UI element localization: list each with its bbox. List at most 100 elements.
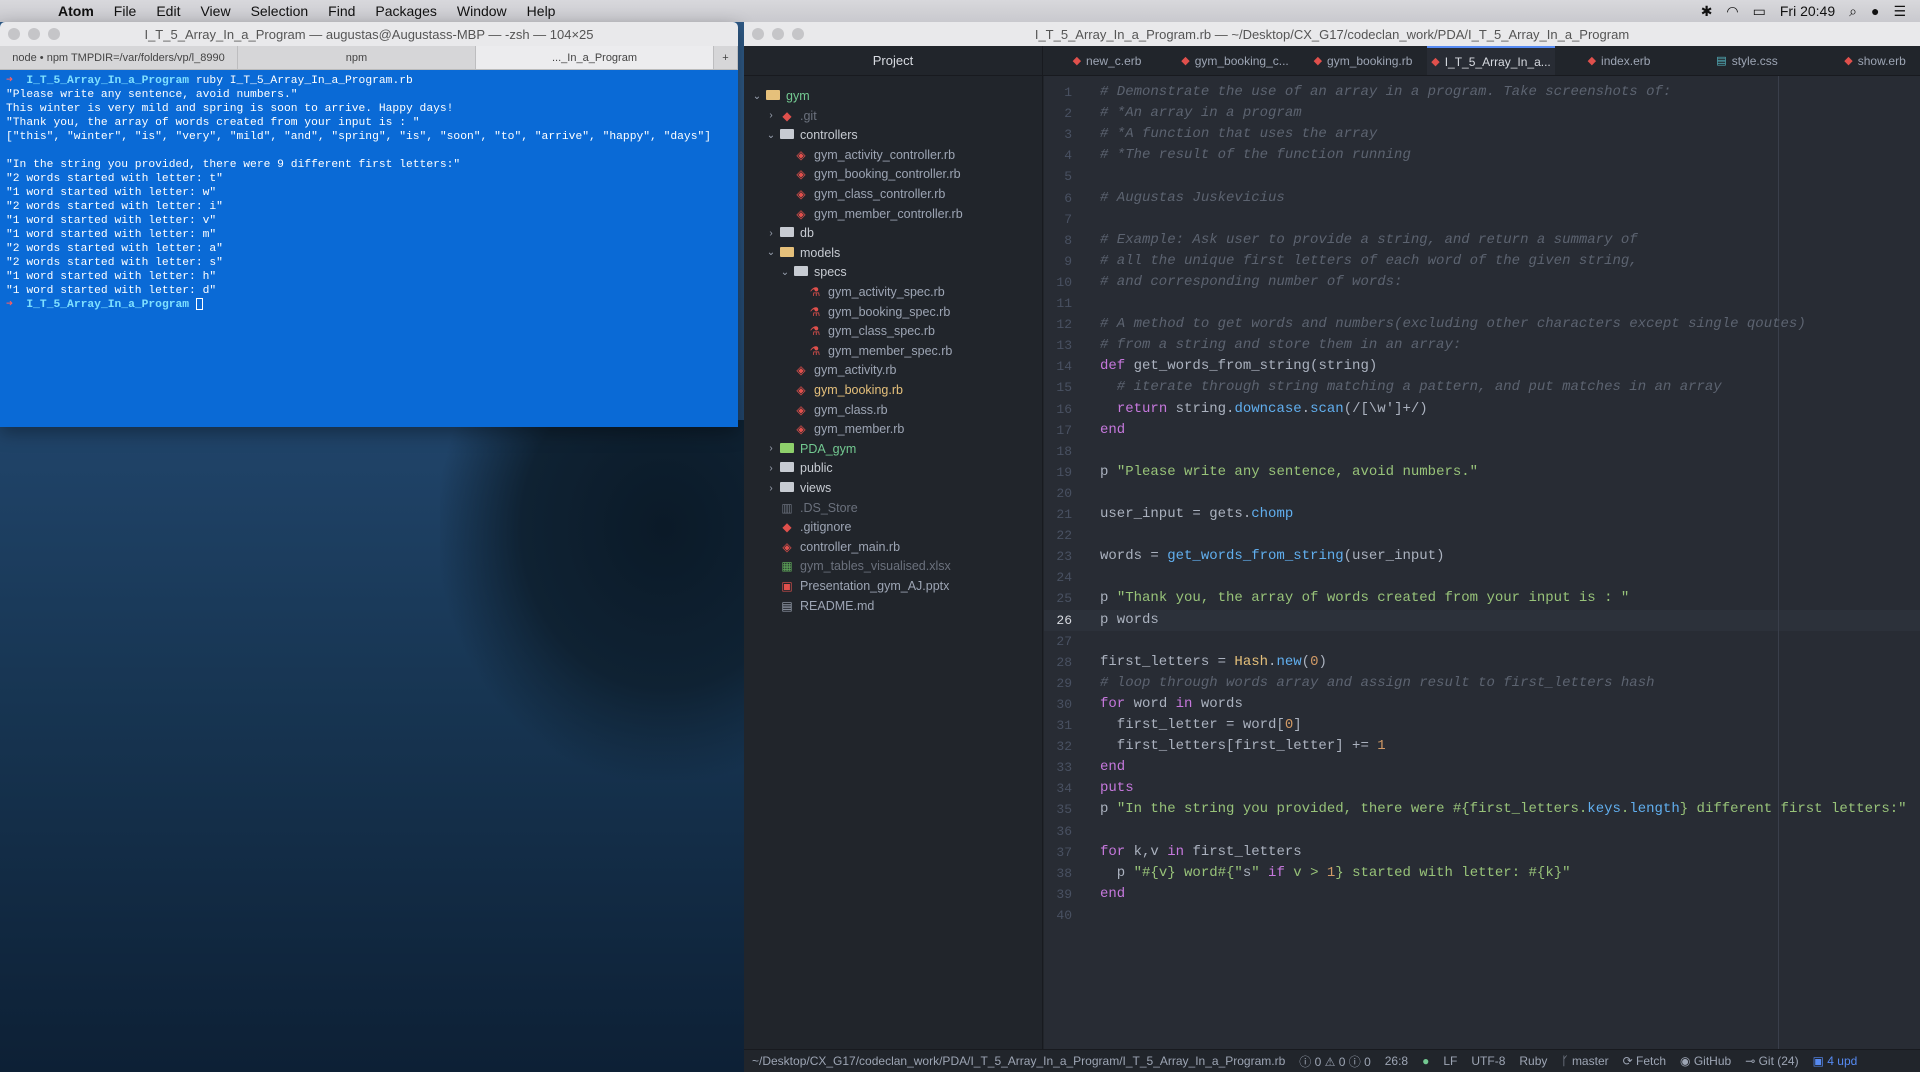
status-file-path[interactable]: ~/Desktop/CX_G17/codeclan_work/PDA/I_T_5… [752, 1054, 1285, 1068]
tree-item-label: .DS_Store [800, 500, 858, 515]
terminal-titlebar[interactable]: I_T_5_Array_In_a_Program — augustas@Augu… [0, 22, 738, 46]
tree-item[interactable]: ◈ gym_class.rb [778, 400, 887, 420]
presentation-icon: ▣ [781, 579, 793, 593]
tree-item-label: gym_tables_visualised.xlsx [800, 559, 951, 574]
tree-item[interactable]: › public [764, 458, 832, 478]
editor-tab[interactable]: ◆ gym_booking.rb [1299, 46, 1427, 75]
editor-tab[interactable]: ◆ show.erb [1811, 46, 1920, 75]
code-editor[interactable]: 1 # Demonstrate the use of an array in a … [1044, 76, 1920, 1049]
apple-menu-icon[interactable] [20, 2, 38, 20]
tree-item[interactable]: ◈ gym_activity.rb [778, 360, 896, 380]
clock[interactable]: Fri 20:49 [1780, 3, 1835, 19]
tree-item[interactable]: ◈ gym_booking_controller.rb [778, 164, 960, 184]
tree-item[interactable]: ◈ gym_activity_controller.rb [778, 145, 955, 165]
menu-help[interactable]: Help [517, 3, 566, 19]
status-git[interactable]: ⊸ Git (24) [1745, 1054, 1798, 1068]
battery-icon[interactable]: ▭ [1753, 3, 1766, 20]
status-encoding[interactable]: UTF-8 [1471, 1054, 1505, 1068]
tree-item[interactable]: ⚗ gym_booking_spec.rb [792, 302, 951, 322]
status-linter[interactable]: ⓘ 0 ⚠ 0 ⓘ 0 [1299, 1053, 1370, 1070]
menu-find[interactable]: Find [318, 3, 365, 19]
tree-item[interactable]: › views [764, 478, 831, 498]
tree-item[interactable]: ◈ controller_main.rb [764, 537, 900, 557]
status-fetch[interactable]: ⟳ Fetch [1623, 1054, 1666, 1068]
tree-item[interactable]: ▣ Presentation_gym_AJ.pptx [764, 576, 949, 596]
tree-item[interactable]: ▤ README.md [764, 596, 874, 616]
menu-view[interactable]: View [190, 3, 240, 19]
tree-item[interactable]: ◈ gym_member.rb [778, 419, 904, 439]
branch-icon: ᚴ [1561, 1054, 1572, 1068]
tree-item[interactable]: ⌄ controllers [764, 125, 858, 145]
new-tab-button[interactable]: + [714, 46, 738, 69]
notification-center-icon[interactable]: ☰ [1893, 3, 1906, 20]
line-number: 22 [1056, 528, 1072, 544]
tree-item[interactable]: ⚗ gym_activity_spec.rb [792, 282, 945, 302]
editor-tab[interactable]: ◆ index.erb [1555, 46, 1683, 75]
code-line: p "In the string you provided, there wer… [1100, 801, 1907, 818]
status-updates[interactable]: ▣ 4 upd [1813, 1054, 1858, 1068]
wifi-icon[interactable]: ◠ [1726, 3, 1738, 20]
editor-tab[interactable]: ▤ style.css [1683, 46, 1811, 75]
status-cursor-position[interactable]: 26:8 [1385, 1054, 1408, 1068]
code-line: # Example: Ask user to provide a string,… [1100, 231, 1638, 248]
tree-item[interactable]: ◈ gym_member_controller.rb [778, 204, 962, 224]
menu-window[interactable]: Window [447, 3, 517, 19]
siri-icon[interactable]: ● [1871, 3, 1879, 19]
line-number: 14 [1056, 359, 1072, 375]
tree-item[interactable]: ◆ .gitignore [764, 517, 851, 537]
terminal-tab-node[interactable]: node • npm TMPDIR=/var/folders/vp/l_8990 [0, 46, 238, 69]
bluetooth-icon[interactable]: ✱ [1701, 3, 1713, 20]
folder-icon-shape [780, 129, 794, 140]
repo-icon [764, 89, 782, 103]
tree-item[interactable]: ⚗ gym_member_spec.rb [792, 341, 953, 361]
line-number: 23 [1056, 549, 1072, 565]
tree-item[interactable]: ▥ .DS_Store [764, 498, 858, 518]
terminal-tab-npm[interactable]: npm [238, 46, 476, 69]
status-branch[interactable]: ᚴ master [1561, 1054, 1608, 1068]
prompt-directory: I_T_5_Array_In_a_Program [26, 299, 190, 311]
line-number: 11 [1056, 296, 1072, 311]
tree-item[interactable]: › db [764, 223, 814, 243]
editor-tab[interactable]: ◆ gym_booking_c... [1171, 46, 1299, 75]
code-line: p words [1100, 611, 1159, 628]
line-number: 12 [1056, 317, 1072, 333]
ruby-icon: ◆ [1181, 55, 1190, 67]
spotlight-search-icon[interactable]: ⌕ [1849, 3, 1857, 20]
menu-edit[interactable]: Edit [146, 3, 190, 19]
editor-tab[interactable]: ◆ new_c.erb [1043, 46, 1171, 75]
menu-packages[interactable]: Packages [365, 3, 446, 19]
editor-tab-active[interactable]: ◆ I_T_5_Array_In_a... [1427, 46, 1555, 75]
tree-item-label: gym_activity.rb [814, 363, 897, 378]
menu-selection[interactable]: Selection [241, 3, 319, 19]
status-updates-label: 4 upd [1827, 1054, 1858, 1068]
menu-file[interactable]: File [104, 3, 147, 19]
chevron-right-icon: › [769, 110, 773, 122]
terminal-output[interactable]: ➜ I_T_5_Array_In_a_Program ruby I_T_5_Ar… [0, 70, 738, 316]
tree-item-label: .gitignore [800, 520, 852, 535]
tree-item[interactable]: ⌄ specs [778, 262, 847, 282]
tree-item[interactable]: ▦ gym_tables_visualised.xlsx [764, 556, 951, 576]
tree-item[interactable]: ⌄ gym [750, 86, 810, 106]
tree-item[interactable]: ◈ gym_booking.rb [778, 380, 903, 400]
status-fetch-label: Fetch [1636, 1054, 1667, 1068]
tree-item[interactable]: › ◆ .git [764, 106, 816, 126]
code-line: p "Thank you, the array of words created… [1100, 590, 1630, 607]
line-number: 27 [1056, 633, 1072, 649]
status-line-ending[interactable]: LF [1443, 1054, 1457, 1068]
git-icon: ◆ [782, 108, 792, 123]
status-grammar[interactable]: Ruby [1519, 1054, 1547, 1068]
tree-item[interactable]: › PDA_gym [764, 439, 856, 459]
terminal-tab-program[interactable]: ..._In_a_Program [476, 46, 714, 69]
tree-item[interactable]: ⌄ models [764, 243, 841, 263]
tree-item[interactable]: ◈ gym_class_controller.rb [778, 184, 945, 204]
tree-item[interactable]: ⚗ gym_class_spec.rb [792, 321, 935, 341]
line-number: 31 [1056, 718, 1072, 733]
status-github[interactable]: ◉ GitHub [1680, 1054, 1731, 1068]
atom-titlebar[interactable]: I_T_5_Array_In_a_Program.rb — ~/Desktop/… [744, 22, 1920, 46]
prompt-directory: I_T_5_Array_In_a_Program [26, 75, 190, 87]
app-menu-atom[interactable]: Atom [48, 3, 104, 19]
terminal-line: "2 words started with letter: t" [6, 173, 223, 185]
sync-icon: ⟳ [1622, 1054, 1637, 1068]
terminal-window: I_T_5_Array_In_a_Program — augustas@Augu… [0, 22, 738, 427]
spec-icon: ⚗ [809, 285, 821, 299]
